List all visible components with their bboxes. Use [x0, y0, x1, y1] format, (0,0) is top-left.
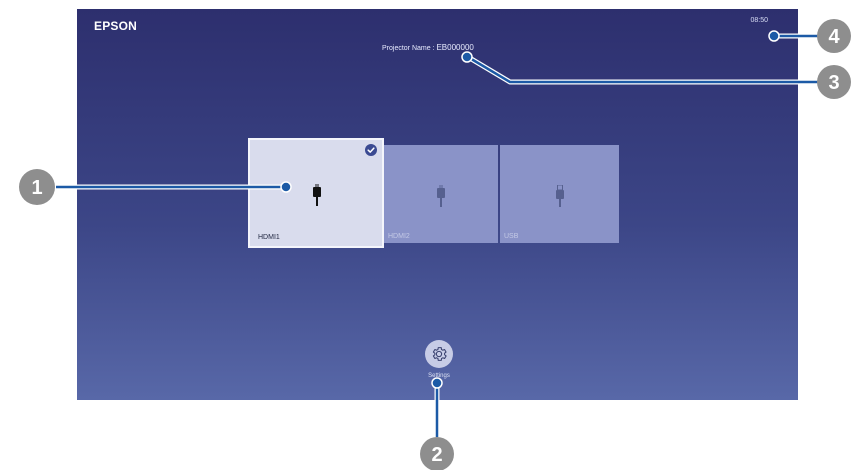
callout-4: 4 — [828, 26, 840, 48]
callout-3: 3 — [828, 72, 839, 94]
callout-layer: 1 2 3 4 — [19, 19, 851, 470]
callout-2: 2 — [431, 444, 442, 466]
callout-1: 1 — [31, 177, 42, 199]
